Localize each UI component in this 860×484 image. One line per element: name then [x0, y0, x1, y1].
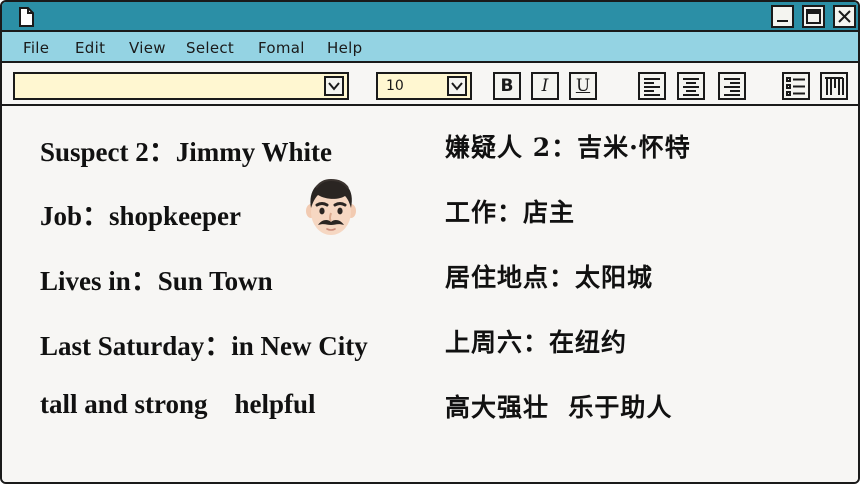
maximize-button[interactable] — [802, 5, 825, 28]
traits-zh: 高大强壮 乐于助人 — [445, 393, 673, 422]
menu-help[interactable]: Help — [327, 39, 362, 57]
underline-label: U — [575, 76, 591, 96]
minimize-button[interactable] — [771, 5, 794, 28]
align-right-icon — [724, 78, 740, 96]
chevron-down-icon — [328, 82, 340, 91]
align-left-icon — [644, 78, 660, 96]
close-button[interactable] — [833, 5, 856, 28]
app-window: File Edit View Select Fomal Help 10 B I … — [0, 0, 860, 484]
align-center-icon — [683, 78, 699, 96]
job-zh: 工作：店主 — [445, 198, 576, 227]
last-saturday-en: Last Saturday：in New City — [40, 331, 368, 361]
columns-icon — [825, 77, 844, 95]
suspect-name-zh: 嫌疑人 2：吉米·怀特 — [445, 133, 691, 162]
document-body[interactable]: Suspect 2：Jimmy White Job：shopkeeper Liv… — [2, 108, 858, 482]
menu-select[interactable]: Select — [186, 39, 234, 57]
italic-button[interactable]: I — [531, 72, 559, 100]
suspect-name-en: Suspect 2：Jimmy White — [40, 137, 333, 167]
residence-en: Lives in：Sun Town — [40, 266, 273, 296]
italic-label: I — [541, 76, 549, 96]
font-dropdown-arrow[interactable] — [324, 76, 344, 96]
menu-edit[interactable]: Edit — [75, 39, 105, 57]
font-family-select[interactable] — [13, 72, 349, 100]
last-saturday-zh: 上周六：在纽约 — [445, 328, 628, 357]
close-icon — [838, 10, 851, 23]
document-icon — [16, 6, 36, 28]
font-size-value: 10 — [386, 78, 404, 94]
man-with-mustache-icon — [302, 176, 360, 238]
format-toolbar: 10 B I U — [2, 65, 858, 106]
traits-en: tall and strong helpful — [40, 389, 316, 419]
align-center-button[interactable] — [677, 72, 705, 100]
bullet-list-button[interactable] — [782, 72, 810, 100]
menu-view[interactable]: View — [129, 39, 166, 57]
job-en: Job：shopkeeper — [40, 201, 242, 231]
maximize-icon — [806, 9, 821, 24]
menu-bar: File Edit View Select Fomal Help — [2, 32, 858, 63]
underline-button[interactable]: U — [569, 72, 597, 100]
columns-button[interactable] — [820, 72, 848, 100]
title-bar[interactable] — [2, 2, 858, 32]
align-right-button[interactable] — [718, 72, 746, 100]
residence-zh: 居住地点：太阳城 — [445, 263, 654, 292]
chevron-down-icon — [451, 82, 463, 91]
align-left-button[interactable] — [638, 72, 666, 100]
size-dropdown-arrow[interactable] — [447, 76, 467, 96]
bold-label: B — [500, 76, 514, 96]
font-size-select[interactable]: 10 — [376, 72, 472, 100]
menu-file[interactable]: File — [23, 39, 49, 57]
bold-button[interactable]: B — [493, 72, 521, 100]
bullet-list-icon — [786, 77, 805, 96]
menu-fomal[interactable]: Fomal — [258, 39, 305, 57]
minimize-icon — [777, 20, 788, 22]
